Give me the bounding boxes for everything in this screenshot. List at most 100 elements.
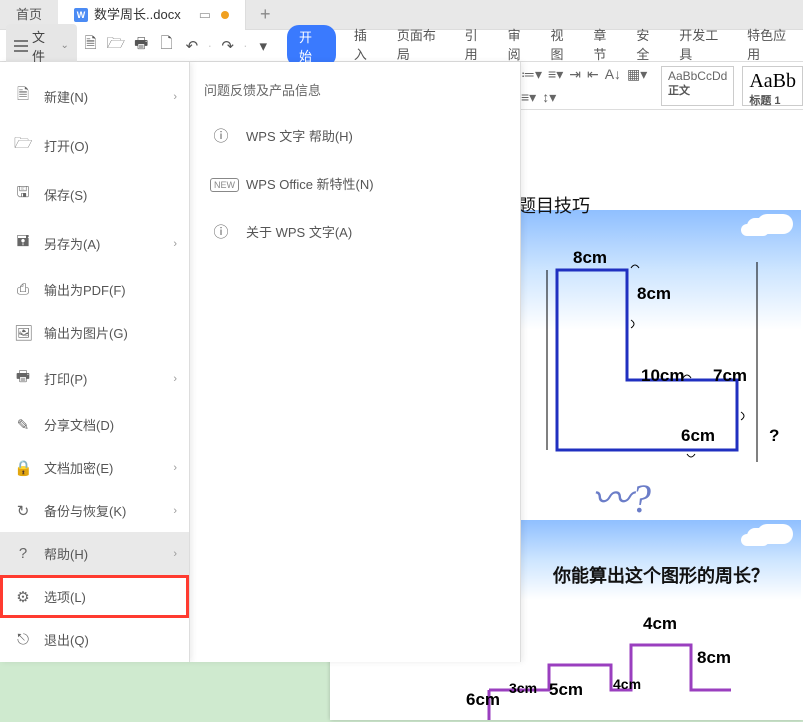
figure-2: 你能算出这个图形的周长？ 4cm 8cm 3cm 5cm 4cm 6cm — [521, 520, 801, 720]
help-wps-news-label: WPS Office 新特性(N) — [246, 174, 374, 193]
help-icon: ? — [14, 545, 32, 562]
open-folder-icon[interactable]: 🗁 — [104, 33, 127, 58]
style-preview: AaBbCcDd — [668, 69, 727, 83]
chevron-down-icon: ⌄ — [60, 40, 68, 51]
tab-devtools[interactable]: 开发工具 — [679, 25, 729, 67]
new-badge-icon: NEW — [210, 175, 232, 192]
chevron-right-icon: › — [173, 373, 177, 385]
image-icon: 🖼 — [14, 324, 32, 342]
new-doc-icon[interactable]: 🗎 — [79, 33, 102, 58]
ribbon-tabs: 开始 插入 页面布局 引用 审阅 视图 章节 安全 开发工具 特色应用 — [287, 25, 797, 67]
menu-backup-label: 备份与恢复(K) — [44, 501, 126, 520]
tab-insert[interactable]: 插入 — [354, 25, 379, 67]
step-shape — [479, 630, 799, 720]
bullets-icon[interactable]: ≔▾ — [521, 66, 542, 83]
style-heading1[interactable]: AaBb 标题 1 — [742, 66, 803, 106]
tab-review[interactable]: 审阅 — [508, 25, 533, 67]
file-button[interactable]: 文件 ⌄ — [6, 24, 77, 68]
lock-icon: 🔒 — [14, 459, 32, 477]
new-tab-button[interactable]: + — [246, 4, 285, 25]
tab-menu-icon[interactable]: ▭ — [199, 0, 211, 30]
question-swirl-icon: 〰? — [591, 466, 651, 524]
align-icon[interactable]: ≡▾ — [521, 89, 536, 106]
menu-export-pdf[interactable]: ⎙ 输出为PDF(F) — [0, 268, 189, 311]
border-icon[interactable]: ▦▾ — [627, 66, 647, 83]
menu-backup[interactable]: ↻ 备份与恢复(K) › — [0, 489, 189, 532]
word-doc-icon: W — [74, 8, 88, 22]
line-space-icon[interactable]: ↕▾ — [542, 89, 556, 106]
menu-options-label: 选项(L) — [44, 587, 86, 606]
menu-help[interactable]: ? 帮助(H) › — [0, 532, 189, 575]
cloud-icon — [757, 524, 793, 544]
menu-exit[interactable]: ⎋ 退出(Q) — [0, 618, 189, 661]
toolbar: 文件 ⌄ 🗎 🗁 🖶 🗋 ↶ · ↷ · ▾ 开始 插入 页面布局 引用 审阅 … — [0, 30, 803, 62]
pdf-icon: ⎙ — [14, 281, 32, 298]
numbering-icon[interactable]: ≡▾ — [548, 66, 563, 83]
fig1-label-10cm: 10cm — [641, 366, 684, 386]
menu-print[interactable]: 🖶 打印(P) › — [0, 354, 189, 403]
style-preview: AaBb — [749, 69, 796, 93]
fig2-8cm: 8cm — [697, 648, 731, 668]
tab-doc-name: 数学周长..docx — [94, 0, 181, 30]
paragraph-icons: ≔▾ ≡▾ ⇥ ⇤ A↓ ▦▾ ≡▾ ↕▾ — [521, 66, 653, 106]
chevron-right-icon: › — [173, 505, 177, 517]
help-about[interactable]: ⓘ 关于 WPS 文字(A) — [204, 207, 506, 256]
menu-options[interactable]: ⚙ 选项(L) — [0, 575, 189, 618]
folder-open-icon: 🗁 — [14, 133, 32, 158]
indent-right-icon[interactable]: ⇤ — [587, 66, 599, 83]
style-label: 标题 1 — [749, 95, 780, 108]
preview-icon[interactable]: 🗋 — [155, 33, 178, 58]
style-normal[interactable]: AaBbCcDd 正文 — [661, 66, 734, 106]
tab-reference[interactable]: 引用 — [465, 25, 490, 67]
tab-security[interactable]: 安全 — [636, 25, 661, 67]
menu-save[interactable]: 🖫 保存(S) — [0, 170, 189, 219]
menu-export-image[interactable]: 🖼 输出为图片(G) — [0, 311, 189, 354]
fig2-title: 你能算出这个图形的周长？ — [521, 562, 801, 588]
tab-document[interactable]: W 数学周长..docx ▭ — [58, 0, 246, 30]
menu-save-as[interactable]: 🖬 另存为(A) › — [0, 219, 189, 268]
menu-encrypt[interactable]: 🔒 文档加密(E) › — [0, 446, 189, 489]
tab-view[interactable]: 视图 — [550, 25, 575, 67]
sort-icon[interactable]: A↓ — [605, 66, 621, 83]
menu-exit-label: 退出(Q) — [44, 630, 89, 649]
chevron-right-icon: › — [173, 462, 177, 474]
file-menu: 🗎 新建(N) › 🗁 打开(O) 🖫 保存(S) 🖬 另存为(A) › ⎙ 输… — [0, 62, 190, 662]
menu-open[interactable]: 🗁 打开(O) — [0, 121, 189, 170]
doc-heading-partial: 题目技巧 — [518, 192, 590, 218]
menu-share[interactable]: ✎ 分享文档(D) — [0, 403, 189, 446]
tab-start[interactable]: 开始 — [287, 25, 336, 67]
tab-special[interactable]: 特色应用 — [747, 25, 797, 67]
fig1-label-8cm-right: 8cm — [637, 284, 671, 304]
print-icon[interactable]: 🖶 — [130, 33, 153, 58]
menu-export-pdf-label: 输出为PDF(F) — [44, 280, 126, 299]
help-circle-icon: ⓘ — [210, 125, 232, 146]
indent-left-icon[interactable]: ⇥ — [569, 66, 581, 83]
unsaved-dot-icon — [221, 11, 229, 19]
tab-page-layout[interactable]: 页面布局 — [397, 25, 447, 67]
style-label: 正文 — [668, 85, 690, 98]
menu-export-image-label: 输出为图片(G) — [44, 323, 128, 342]
gear-icon: ⚙ — [14, 588, 32, 606]
help-wps-news[interactable]: NEW WPS Office 新特性(N) — [204, 160, 506, 207]
undo-icon[interactable]: ↶ — [180, 37, 203, 55]
menu-print-label: 打印(P) — [44, 369, 87, 388]
backup-icon: ↻ — [14, 502, 32, 520]
fig1-label-qmark: ? — [769, 426, 779, 446]
help-wps-text[interactable]: ⓘ WPS 文字 帮助(H) — [204, 111, 506, 160]
save-icon: 🖫 — [14, 182, 32, 207]
dropdown-icon[interactable]: ▾ — [252, 37, 275, 55]
tab-chapter[interactable]: 章节 — [593, 25, 618, 67]
fig2-4cm-top: 4cm — [643, 614, 677, 634]
redo-icon[interactable]: ↷ — [216, 37, 239, 55]
file-button-label: 文件 — [32, 27, 56, 65]
fig1-label-8cm-top: 8cm — [573, 248, 607, 268]
chevron-right-icon: › — [173, 548, 177, 560]
hamburger-icon — [14, 40, 28, 52]
menu-share-label: 分享文档(D) — [44, 415, 114, 434]
share-icon: ✎ — [14, 416, 32, 434]
menu-new[interactable]: 🗎 新建(N) › — [0, 72, 189, 121]
figure-1: 8cm 8cm 10cm 7cm 6cm ? 〰? — [521, 210, 801, 510]
chevron-right-icon: › — [173, 91, 177, 103]
help-panel: 问题反馈及产品信息 ⓘ WPS 文字 帮助(H) NEW WPS Office … — [190, 62, 521, 662]
fig2-3cm: 3cm — [509, 680, 537, 696]
